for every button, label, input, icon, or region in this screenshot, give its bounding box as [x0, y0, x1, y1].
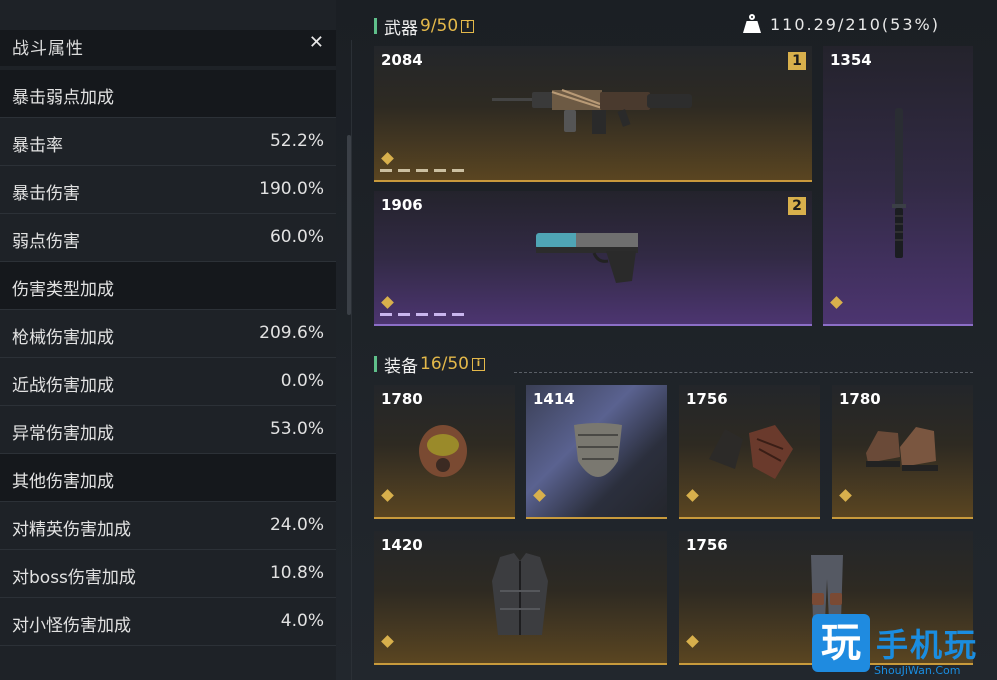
panel-divider — [351, 40, 352, 680]
pistol-icon — [536, 233, 638, 283]
gear-power: 1756 — [686, 536, 728, 554]
stat-label: 暴击弱点加成 — [12, 88, 114, 108]
gear-card-boots[interactable]: 1780 — [832, 385, 973, 519]
gear-power: 1780 — [839, 390, 881, 408]
mask-icon — [574, 423, 622, 477]
info-icon[interactable]: i — [461, 19, 475, 33]
watermark-text: 手机玩 — [876, 626, 979, 664]
gear-section-header: 装备 16/50 i — [374, 352, 485, 377]
gear-card-mask[interactable]: 1414 — [526, 385, 667, 519]
stat-value: 60.0% — [269, 227, 324, 247]
gear-title: 装备 — [384, 356, 418, 377]
boots-icon — [866, 427, 938, 471]
stat-row: 对精英伤害加成 24.0% — [0, 502, 336, 550]
gear-power: 1414 — [533, 390, 575, 408]
stat-label: 对小怪伤害加成 — [12, 616, 131, 636]
close-icon[interactable]: ✕ — [309, 32, 324, 53]
upgrade-dashes — [380, 313, 464, 316]
stat-label: 对精英伤害加成 — [12, 520, 131, 540]
weapon-power: 2084 — [381, 51, 423, 69]
stat-label: 枪械伤害加成 — [12, 328, 114, 348]
weapons-section-header: 武器 9/50 i — [374, 14, 475, 39]
stat-row: 近战伤害加成 0.0% — [0, 358, 336, 406]
stat-label: 暴击伤害 — [12, 184, 80, 204]
slot-badge: 2 — [788, 197, 806, 215]
stat-value: 0.0% — [280, 371, 324, 391]
gloves-icon — [709, 425, 793, 479]
stats-panel-header: 战斗属性 ✕ — [0, 30, 336, 66]
stat-label: 其他伤害加成 — [12, 472, 114, 492]
slot-badge: 1 — [788, 52, 806, 70]
machine-gun-icon — [492, 89, 692, 134]
weight-text: 110.29/210(53%) — [770, 14, 940, 34]
stat-value: 24.0% — [269, 515, 324, 535]
section-accent-bar — [374, 356, 377, 372]
info-icon[interactable]: i — [472, 357, 485, 371]
weapon-card-primary[interactable]: 2084 1 — [374, 46, 812, 182]
gear-card-gloves[interactable]: 1756 — [679, 385, 820, 519]
stat-value: 4.0% — [280, 611, 324, 631]
stat-row: 枪械伤害加成 209.6% — [0, 310, 336, 358]
stat-label: 暴击率 — [12, 136, 63, 156]
stat-value: 53.0% — [269, 419, 324, 439]
gear-card-jacket[interactable]: 1420 — [374, 531, 667, 665]
stat-value: 190.0% — [259, 179, 324, 199]
weapons-title: 武器 — [384, 18, 418, 39]
rarity-diamond-icon — [686, 635, 699, 648]
weapon-power: 1354 — [830, 51, 872, 69]
stats-panel-title: 战斗属性 — [12, 39, 84, 59]
stat-row: 对boss伤害加成 10.8% — [0, 550, 336, 598]
rarity-diamond-icon — [686, 489, 699, 502]
section-divider — [514, 372, 973, 373]
watermark-logo: 玩 — [812, 614, 870, 672]
stat-label: 异常伤害加成 — [12, 424, 114, 444]
stats-panel: 战斗属性 ✕ 暴击弱点加成 暴击率 52.2% 暴击伤害 190.0% 弱点伤害 60.0%… — [0, 0, 336, 680]
rarity-diamond-icon — [381, 635, 394, 648]
stat-section-header: 伤害类型加成 — [0, 262, 336, 310]
stat-section-header: 暴击弱点加成 — [0, 70, 336, 118]
weapon-card-secondary[interactable]: 1906 2 — [374, 191, 812, 326]
stat-label: 近战伤害加成 — [12, 376, 114, 396]
rarity-diamond-icon — [839, 489, 852, 502]
rarity-diamond-icon — [533, 489, 546, 502]
baton-icon — [892, 108, 906, 258]
stat-label: 伤害类型加成 — [12, 280, 114, 300]
stat-row: 暴击率 52.2% — [0, 118, 336, 166]
gear-count: 16/50 — [420, 354, 469, 374]
helmet-icon — [419, 425, 467, 477]
stat-row: 暴击伤害 190.0% — [0, 166, 336, 214]
stat-row: 弱点伤害 60.0% — [0, 214, 336, 262]
stat-section-header: 其他伤害加成 — [0, 454, 336, 502]
watermark-url: ShouJiWan.Com — [874, 664, 961, 677]
stat-label: 对boss伤害加成 — [12, 568, 136, 588]
rarity-diamond-icon — [381, 296, 394, 309]
stat-value: 52.2% — [269, 131, 324, 151]
stat-value: 10.8% — [269, 563, 324, 583]
weapon-card-melee[interactable]: 1354 — [823, 46, 973, 326]
stat-row: 对小怪伤害加成 4.0% — [0, 598, 336, 646]
weight-icon — [742, 14, 762, 34]
stat-value: 209.6% — [259, 323, 324, 343]
gear-card-helmet[interactable]: 1780 — [374, 385, 515, 519]
site-watermark: 玩 手机玩 ShouJiWan.Com — [808, 610, 997, 680]
gear-power: 1420 — [381, 536, 423, 554]
section-accent-bar — [374, 18, 377, 34]
rarity-diamond-icon — [381, 152, 394, 165]
upgrade-dashes — [380, 169, 464, 172]
stats-list: 暴击弱点加成 暴击率 52.2% 暴击伤害 190.0% 弱点伤害 60.0% 伤害类型加成枪… — [0, 70, 336, 646]
stat-row: 异常伤害加成 53.0% — [0, 406, 336, 454]
rarity-diamond-icon — [830, 296, 843, 309]
stat-label: 弱点伤害 — [12, 232, 80, 252]
weapon-power: 1906 — [381, 196, 423, 214]
weapons-count: 9/50 — [420, 16, 459, 36]
inventory-screen: 战斗属性 ✕ 暴击弱点加成 暴击率 52.2% 暴击伤害 190.0% 弱点伤害 60.0%… — [0, 0, 997, 680]
gear-power: 1756 — [686, 390, 728, 408]
jacket-icon — [492, 553, 548, 635]
carry-weight: 110.29/210(53%) — [742, 14, 940, 34]
gear-power: 1780 — [381, 390, 423, 408]
rarity-diamond-icon — [381, 489, 394, 502]
